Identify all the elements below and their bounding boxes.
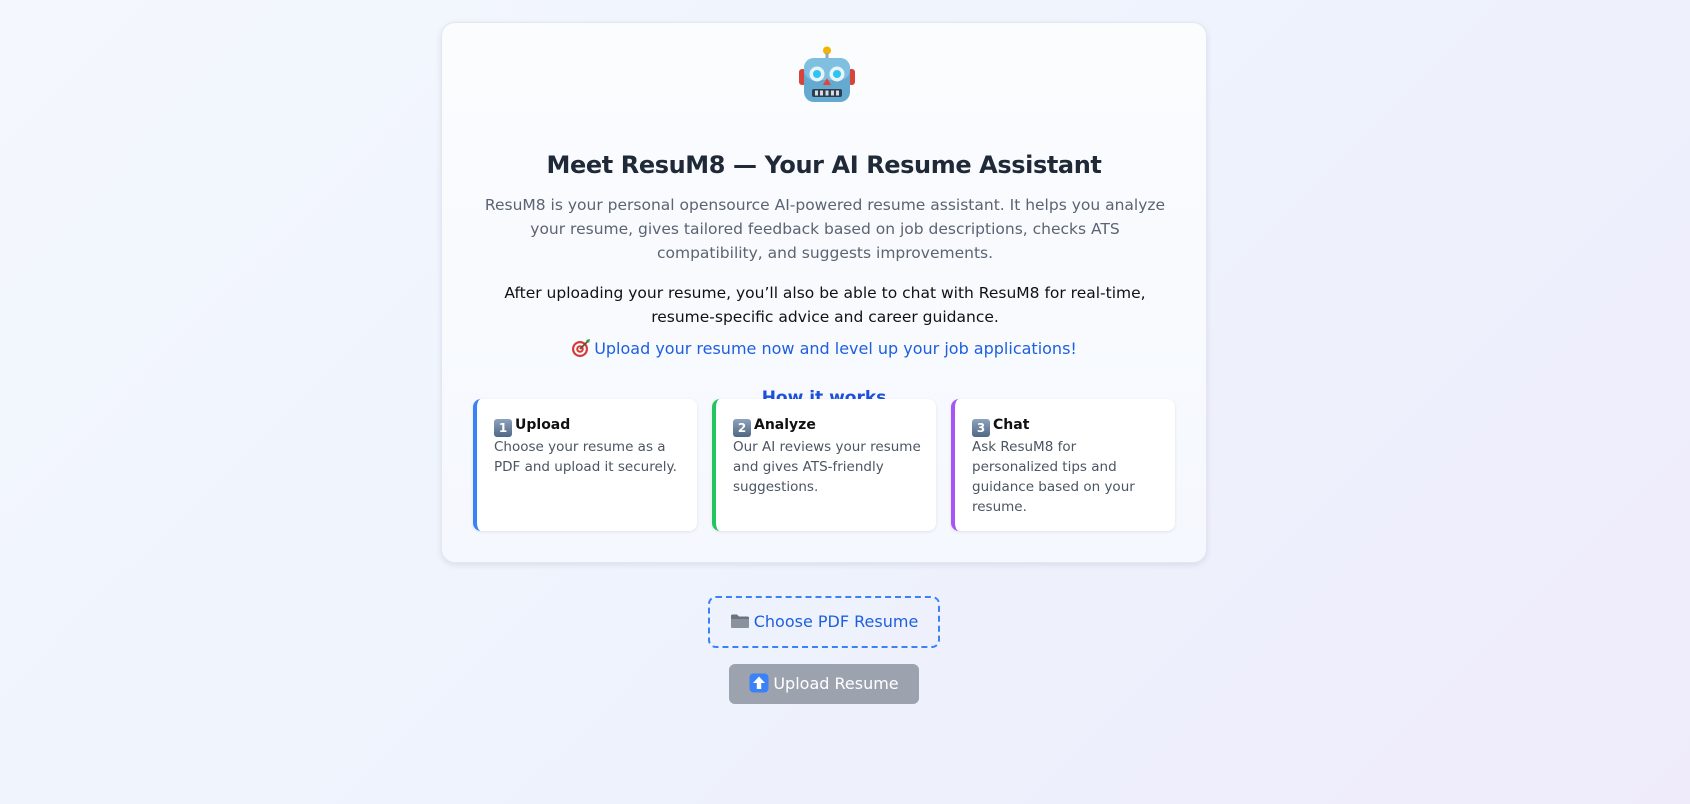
target-icon	[572, 339, 591, 357]
choose-pdf-label: Choose PDF Resume	[753, 612, 919, 631]
step-header: 3 Chat	[972, 415, 1161, 437]
step-header: 1 Upload	[494, 415, 683, 437]
intro-description: ResuM8 is your personal opensource AI-po…	[484, 196, 1166, 262]
upload-resume-button[interactable]: Upload Resume	[729, 664, 919, 704]
up-arrow-icon	[749, 673, 769, 693]
step-title: Upload	[515, 417, 571, 433]
step-card-upload: 1 Upload Choose your resume as a PDF and …	[473, 399, 697, 531]
page-title: Meet ResuM8 — Your AI Resume Assistant	[546, 151, 1102, 179]
choose-pdf-button[interactable]: Choose PDF Resume	[708, 596, 940, 648]
keycap-one-icon: 1	[494, 419, 512, 437]
step-title: Analyze	[754, 417, 816, 433]
intro-card: Meet ResuM8 — Your AI Resume Assistant R…	[441, 22, 1207, 563]
robot-icon	[799, 46, 855, 102]
step-title: Chat	[993, 417, 1030, 433]
step-description: Ask ResuM8 for personalized tips and gui…	[972, 439, 1135, 515]
step-description: Our AI reviews your resume and gives ATS…	[733, 439, 921, 495]
upload-resume-label: Upload Resume	[773, 674, 899, 693]
chat-note: After uploading your resume, you’ll also…	[504, 284, 1146, 326]
step-header: 2 Analyze	[733, 415, 922, 437]
step-card-chat: 3 Chat Ask ResuM8 for personalized tips a…	[951, 399, 1175, 531]
keycap-two-icon: 2	[733, 419, 751, 437]
cta-line: Upload your resume now and level up your…	[442, 338, 1206, 358]
step-description: Choose your resume as a PDF and upload i…	[494, 439, 677, 475]
cta-text: Upload your resume now and level up your…	[594, 339, 1077, 358]
step-card-analyze: 2 Analyze Our AI reviews your resume and …	[712, 399, 936, 531]
folder-icon	[730, 614, 749, 628]
keycap-three-icon: 3	[972, 419, 990, 437]
